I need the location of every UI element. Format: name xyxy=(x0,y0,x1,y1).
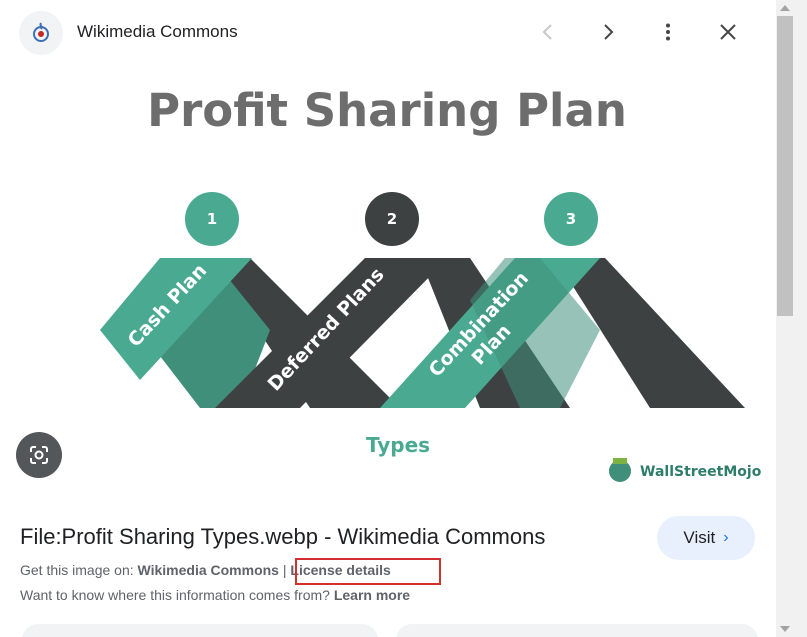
wallstreetmojo-logo xyxy=(609,458,631,482)
chevron-left-icon xyxy=(542,24,552,40)
related-card-1[interactable] xyxy=(22,624,378,637)
scroll-up-arrow[interactable] xyxy=(780,5,790,11)
learn-line: Want to know where this information come… xyxy=(20,587,410,603)
visit-label: Visit xyxy=(683,528,716,547)
site-name[interactable]: Wikimedia Commons xyxy=(77,22,238,42)
number-3: 3 xyxy=(566,210,576,228)
next-button[interactable] xyxy=(592,16,624,48)
preview-image[interactable]: Profit Sharing Plan 1 2 3 Cash Plan Defe… xyxy=(0,64,776,494)
result-title[interactable]: File:Profit Sharing Types.webp - Wikimed… xyxy=(20,524,545,550)
close-icon xyxy=(720,24,736,40)
visit-button[interactable]: Visit › xyxy=(657,516,755,560)
lens-search-button[interactable] xyxy=(16,432,62,478)
chevron-right-icon: › xyxy=(723,529,729,546)
number-1: 1 xyxy=(207,210,217,228)
more-vert-icon xyxy=(666,23,670,41)
scrollbar-thumb[interactable] xyxy=(777,16,793,316)
close-button[interactable] xyxy=(712,16,744,48)
chevron-right-icon xyxy=(604,24,614,40)
highlight-box xyxy=(295,558,441,585)
scroll-down-arrow[interactable] xyxy=(780,626,790,632)
number-2: 2 xyxy=(387,210,397,228)
types-label: Types xyxy=(366,433,430,457)
learn-more-link[interactable]: Learn more xyxy=(334,587,410,603)
separator: | xyxy=(282,562,287,578)
infographic-title: Profit Sharing Plan xyxy=(147,84,627,137)
previous-button[interactable] xyxy=(532,16,564,48)
learn-prefix: Want to know where this information come… xyxy=(20,587,330,603)
related-card-2[interactable] xyxy=(396,624,758,637)
infographic: Profit Sharing Plan 1 2 3 Cash Plan Defe… xyxy=(100,84,762,482)
viewer-header: Wikimedia Commons xyxy=(0,0,776,64)
more-options-button[interactable] xyxy=(652,16,684,48)
wikimedia-commons-logo[interactable] xyxy=(19,11,63,55)
lens-search-icon xyxy=(30,446,48,464)
brand-text: WallStreetMojo xyxy=(640,464,762,480)
source-link[interactable]: Wikimedia Commons xyxy=(138,562,279,578)
source-prefix: Get this image on: xyxy=(20,562,134,578)
